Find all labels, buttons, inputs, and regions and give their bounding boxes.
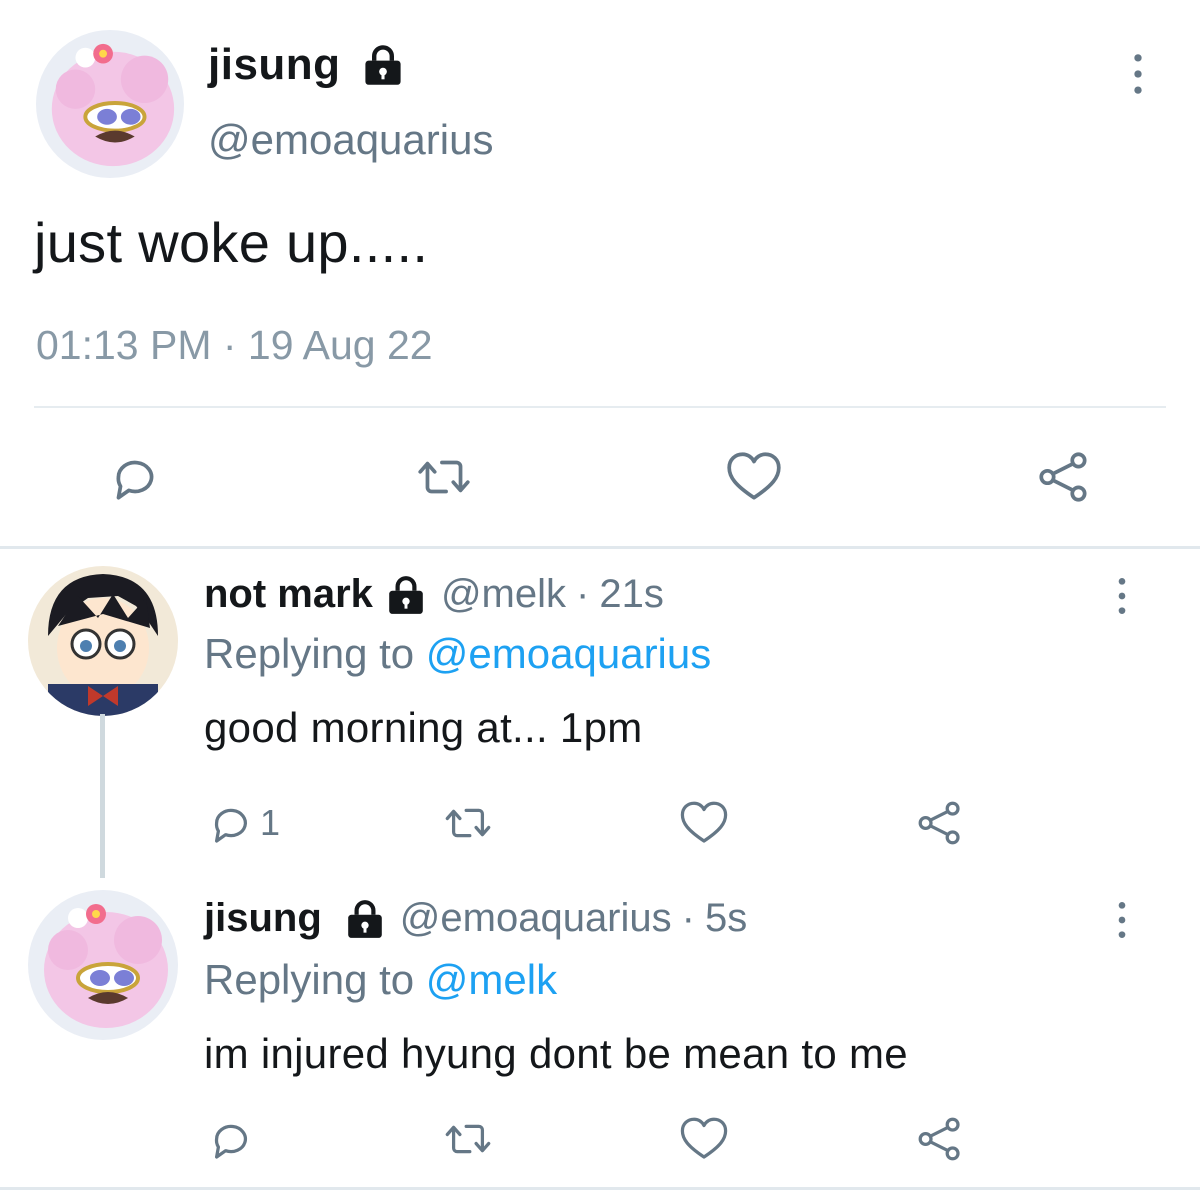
- share-button[interactable]: [912, 1112, 968, 1166]
- reply-icon: [104, 446, 166, 508]
- share-icon: [912, 1112, 968, 1166]
- like-icon: [676, 1112, 732, 1166]
- mention-link[interactable]: @melk: [426, 956, 557, 1003]
- retweet-icon: [440, 796, 496, 850]
- more-options-icon[interactable]: [1114, 900, 1130, 940]
- avatar[interactable]: [28, 890, 178, 1040]
- reply-icon: [204, 1112, 258, 1166]
- reply-button[interactable]: 1: [204, 796, 280, 850]
- reply-text: good morning at... 1pm: [204, 704, 643, 751]
- more-options-icon[interactable]: [1114, 576, 1130, 616]
- reply-count: 1: [260, 802, 281, 843]
- retweet-button[interactable]: [440, 1112, 496, 1166]
- lock-icon: [361, 43, 405, 87]
- avatar-image: [28, 890, 178, 1040]
- separator: ·: [576, 572, 590, 616]
- retweet-button[interactable]: [440, 796, 496, 850]
- tweet-timestamp[interactable]: 01:13 PM · 19 Aug 22: [36, 322, 433, 369]
- lock-icon: [344, 898, 386, 940]
- avatar-image: [36, 30, 184, 178]
- replying-prefix: Replying to: [204, 630, 415, 677]
- retweet-icon: [440, 1112, 496, 1166]
- display-name-text: jisung: [208, 40, 341, 89]
- share-icon: [1032, 446, 1096, 508]
- avatar[interactable]: [28, 566, 178, 716]
- reply-header: jisung @emoaquarius · 5s: [204, 896, 747, 941]
- like-button[interactable]: [676, 1112, 732, 1166]
- lock-icon: [385, 574, 427, 616]
- avatar-image: [28, 566, 178, 716]
- reply-text: im injured hyung dont be mean to me: [204, 1030, 908, 1077]
- user-handle[interactable]: @emoaquarius: [400, 896, 672, 941]
- replying-to: Replying to @emoaquarius: [204, 630, 711, 678]
- section-divider: [0, 1187, 1200, 1190]
- reply-time[interactable]: 5s: [705, 896, 747, 941]
- like-button[interactable]: [676, 796, 732, 850]
- like-icon: [722, 446, 786, 508]
- replying-prefix: Replying to: [204, 956, 415, 1003]
- thread-line: [100, 714, 105, 878]
- separator: ·: [681, 896, 695, 940]
- user-handle[interactable]: @emoaquarius: [208, 116, 493, 164]
- share-button[interactable]: [912, 796, 968, 850]
- share-icon: [912, 796, 968, 850]
- section-divider: [0, 546, 1200, 549]
- reply-header: not mark @melk · 21s: [204, 572, 664, 617]
- more-options-icon[interactable]: [1128, 52, 1148, 96]
- reply-icon: [204, 796, 258, 850]
- reply-time[interactable]: 21s: [599, 572, 664, 617]
- divider: [34, 406, 1166, 408]
- reply-button[interactable]: [204, 1112, 258, 1166]
- share-button[interactable]: [1032, 446, 1096, 508]
- display-name[interactable]: jisung: [204, 896, 322, 941]
- retweet-button[interactable]: [412, 446, 476, 508]
- like-icon: [676, 796, 732, 850]
- retweet-icon: [412, 446, 476, 508]
- mention-link[interactable]: @emoaquarius: [426, 630, 711, 677]
- replying-to: Replying to @melk: [204, 956, 557, 1004]
- reply-button[interactable]: [104, 446, 166, 508]
- user-handle[interactable]: @melk: [441, 572, 566, 617]
- avatar[interactable]: [36, 30, 184, 178]
- display-name[interactable]: not mark: [204, 572, 373, 617]
- like-button[interactable]: [722, 446, 786, 508]
- display-name[interactable]: jisung: [208, 40, 405, 90]
- tweet-text: just woke up.....: [34, 211, 429, 274]
